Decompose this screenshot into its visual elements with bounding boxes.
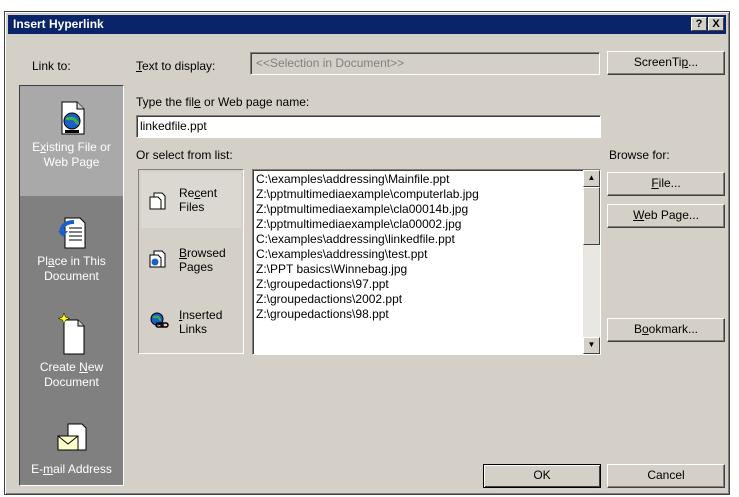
list-item[interactable]: Z:\pptmultimediaexample\computerlab.jpg — [256, 187, 600, 202]
list-item[interactable]: Z:\groupedactions\2002.ppt — [256, 292, 600, 307]
link-to-label: Link to: — [32, 59, 71, 73]
dialog-title: Insert Hyperlink — [13, 17, 104, 31]
ok-button[interactable]: OK — [483, 464, 601, 488]
recent-files-tab[interactable]: Recent Files — [141, 172, 241, 228]
file-name-input[interactable]: linkedfile.ppt — [136, 115, 601, 138]
link-to-bar: Existing File or Web Page Place in This … — [19, 85, 124, 486]
scroll-up-button[interactable]: ▲ — [583, 170, 600, 187]
link-email-address[interactable]: E-mail Address — [20, 422, 123, 486]
list-item[interactable]: C:\examples\addressing\linkedfile.ppt — [256, 232, 600, 247]
browse-file-button[interactable]: File... — [607, 172, 725, 196]
file-list-items: C:\examples\addressing\Mainfile.ppt Z:\p… — [253, 170, 600, 322]
close-button[interactable]: X — [708, 17, 724, 31]
list-item[interactable]: Z:\pptmultimediaexample\cla00002.jpg — [256, 217, 600, 232]
browse-web-page-button[interactable]: Web Page... — [607, 204, 725, 228]
file-list-scrollbar[interactable]: ▲ ▼ — [583, 170, 600, 354]
list-item[interactable]: C:\examples\addressing\Mainfile.ppt — [256, 172, 600, 187]
inserted-links-tab[interactable]: Inserted Links — [141, 294, 241, 350]
or-select-label: Or select from list: — [136, 148, 233, 162]
text-to-display-label: Text to display: — [136, 59, 216, 73]
browsed-pages-tab[interactable]: Browsed Pages — [141, 238, 241, 288]
file-name-label: Type the file or Web page name: — [136, 95, 310, 109]
recent-files-icon — [149, 192, 166, 210]
email-address-icon — [57, 423, 86, 451]
bookmark-button[interactable]: Bookmark... — [607, 318, 725, 342]
list-item[interactable]: C:\examples\addressing\test.ppt — [256, 247, 600, 262]
cancel-button[interactable]: Cancel — [607, 464, 725, 488]
link-existing-file[interactable]: Existing File or Web Page — [20, 86, 123, 196]
text-to-display-field[interactable]: <<Selection in Document>> — [250, 52, 600, 75]
link-create-new-document[interactable]: Create New Document — [20, 312, 123, 412]
help-button[interactable]: ? — [691, 17, 707, 31]
link-place-in-document[interactable]: Place in This Document — [20, 214, 123, 314]
title-bar: Insert Hyperlink ? X — [8, 15, 726, 34]
list-item[interactable]: Z:\PPT basics\Winnebag.jpg — [256, 262, 600, 277]
insert-hyperlink-dialog: Insert Hyperlink ? X Link to: Existing F… — [4, 11, 730, 495]
inserted-links-icon — [150, 312, 169, 328]
scroll-down-button[interactable]: ▼ — [583, 337, 600, 354]
create-new-document-icon — [57, 312, 84, 355]
list-item[interactable]: Z:\groupedactions\97.ppt — [256, 277, 600, 292]
browse-categories: Recent Files Browsed Pages Inserted Links — [138, 169, 244, 354]
place-in-document-icon — [57, 217, 85, 249]
existing-file-icon — [61, 101, 84, 135]
screentip-button[interactable]: ScreenTip... — [607, 51, 725, 75]
list-item[interactable]: Z:\groupedactions\98.ppt — [256, 307, 600, 322]
file-list[interactable]: C:\examples\addressing\Mainfile.ppt Z:\p… — [252, 169, 601, 355]
browse-for-label: Browse for: — [609, 148, 670, 162]
scroll-thumb[interactable] — [583, 187, 600, 245]
browsed-pages-icon — [149, 250, 166, 268]
list-item[interactable]: Z:\pptmultimediaexample\cla00014b.jpg — [256, 202, 600, 217]
